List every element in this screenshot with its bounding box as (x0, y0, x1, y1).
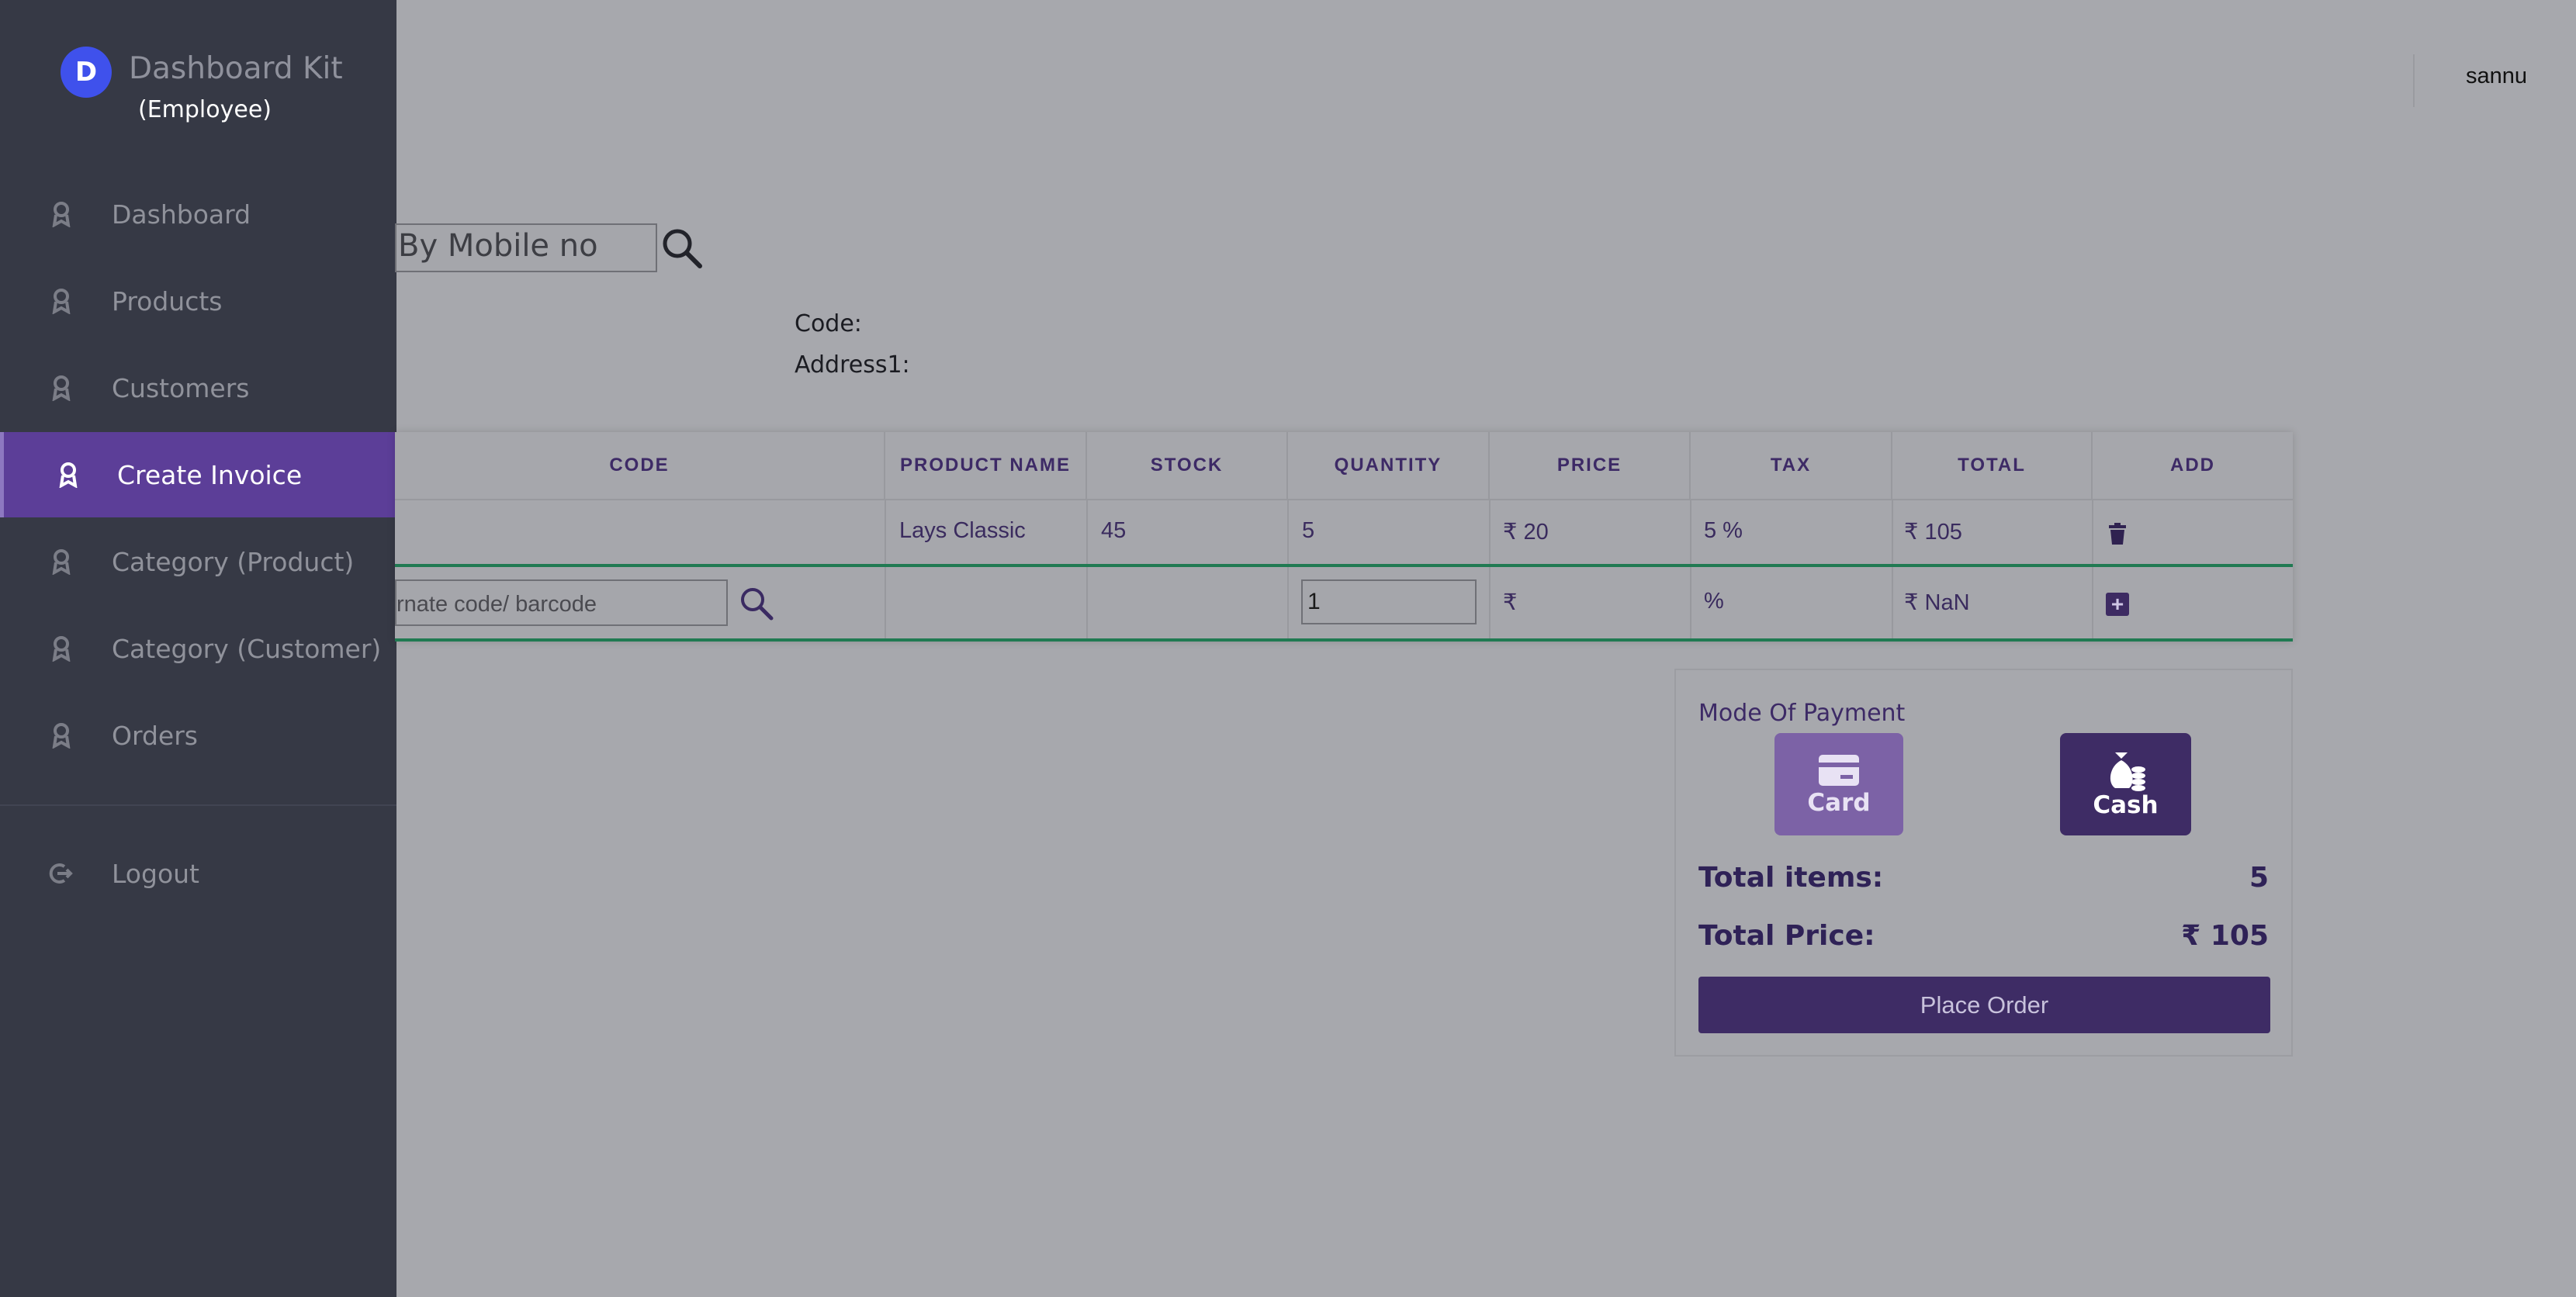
plus-icon: + (2110, 592, 2124, 616)
cell-stock: 45 (1101, 518, 1127, 543)
column-divider (1892, 499, 1893, 642)
cell-tax: 5 % (1704, 518, 1743, 543)
cell-price: ₹ 20 (1503, 520, 1549, 545)
award-icon (52, 202, 71, 227)
cell-total: ₹ 105 (1904, 520, 1962, 545)
column-divider (1489, 499, 1491, 642)
search-icon[interactable] (660, 227, 704, 270)
cell-product-name: Lays Classic (899, 518, 1026, 543)
sidebar-item-label: Customers (112, 372, 250, 403)
sidebar-item-logout[interactable]: Logout (0, 831, 396, 916)
customer-code-label: Code: (795, 310, 862, 337)
column-header-price: PRICE (1490, 432, 1691, 499)
cash-payment-label: Cash (2093, 791, 2159, 819)
column-header-quantity: QUANTITY (1288, 432, 1490, 499)
column-header-total: TOTAL (1892, 432, 2093, 499)
entry-total: ₹ NaN (1904, 590, 1970, 615)
mobile-search-input[interactable]: By Mobile no (395, 223, 657, 272)
entry-tax: % (1704, 589, 1724, 614)
award-icon (52, 289, 71, 314)
column-divider (2092, 499, 2093, 642)
search-icon[interactable] (739, 586, 774, 621)
topbar-separator (2413, 54, 2415, 107)
sidebar-item-category-customer[interactable]: Category (Customer) (0, 606, 396, 691)
sidebar-item-category-product[interactable]: Category (Product) (0, 519, 396, 604)
sidebar-item-orders[interactable]: Orders (0, 693, 396, 778)
entry-price: ₹ (1503, 590, 1518, 615)
column-divider (1086, 499, 1088, 642)
cash-payment-button[interactable]: Cash (2060, 733, 2191, 835)
sidebar: D Dashboard Kit (Employee) Dashboard Pro… (0, 0, 396, 1297)
sidebar-item-label: Logout (112, 858, 199, 889)
sidebar-item-create-invoice[interactable]: Create Invoice (0, 432, 396, 517)
sidebar-item-label: Create Invoice (117, 459, 303, 490)
sidebar-item-label: Products (112, 285, 223, 316)
sidebar-divider (0, 804, 396, 806)
award-icon (52, 636, 71, 662)
cell-quantity: 5 (1302, 518, 1315, 543)
sidebar-item-products[interactable]: Products (0, 258, 396, 344)
invoice-table: CODE PRODUCT NAME STOCK QUANTITY PRICE T… (395, 432, 2293, 642)
column-divider (885, 499, 886, 642)
brand-logo: D (61, 47, 112, 98)
entry-row-top-border (395, 564, 2293, 567)
award-icon (52, 549, 71, 575)
total-items-value: 5 (2249, 862, 2269, 894)
total-price-label: Total Price: (1698, 920, 1875, 952)
award-icon (52, 723, 71, 749)
brand-name: Dashboard Kit (129, 51, 343, 86)
sidebar-item-label: Category (Customer) (112, 633, 382, 664)
column-header-stock: STOCK (1087, 432, 1288, 499)
award-icon (52, 375, 71, 401)
column-divider (1690, 499, 1691, 642)
card-payment-button[interactable]: Card (1774, 733, 1903, 835)
sidebar-item-customers[interactable]: Customers (0, 345, 396, 431)
payment-panel: Mode Of Payment Card Cash Total items: 5… (1674, 669, 2293, 1057)
payment-mode-title: Mode Of Payment (1698, 700, 1906, 727)
delete-icon[interactable] (2107, 522, 2128, 545)
entry-row-bottom-border (395, 638, 2293, 642)
sidebar-item-dashboard[interactable]: Dashboard (0, 171, 396, 257)
column-header-tax: TAX (1691, 432, 1892, 499)
award-icon (59, 462, 78, 488)
customer-address-label: Address1: (795, 351, 910, 379)
column-header-product-name: PRODUCT NAME (885, 432, 1087, 499)
sidebar-item-label: Category (Product) (112, 546, 355, 577)
column-header-code: CODE (395, 432, 885, 499)
barcode-input[interactable]: rnate code/ barcode (395, 579, 728, 626)
logout-icon (49, 863, 73, 884)
total-price-value: ₹ 105 (2181, 920, 2269, 952)
column-header-add: ADD (2170, 455, 2215, 476)
sidebar-item-label: Dashboard (112, 199, 251, 230)
place-order-button[interactable]: Place Order (1698, 977, 2270, 1033)
money-bag-icon (2110, 752, 2145, 791)
brand-role: (Employee) (138, 96, 272, 123)
user-menu[interactable]: sannu (2466, 64, 2527, 89)
quantity-input[interactable]: 1 (1301, 579, 1477, 624)
sidebar-item-label: Orders (112, 720, 198, 751)
credit-card-icon (1819, 755, 1859, 786)
column-divider (1287, 499, 1289, 642)
total-items-label: Total items: (1698, 862, 1884, 894)
card-payment-label: Card (1807, 789, 1871, 817)
header-divider (395, 499, 2293, 500)
add-item-button[interactable]: + (2106, 593, 2129, 616)
